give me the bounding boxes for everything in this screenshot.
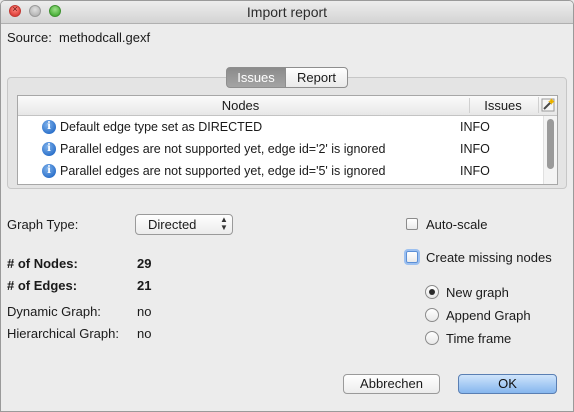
cancel-button[interactable]: Abbrechen (343, 374, 440, 394)
updown-arrows-icon: ▲ ▼ (220, 215, 228, 232)
nodes-count-value: 29 (137, 256, 152, 271)
title-bar: × Import report (1, 1, 573, 24)
hierarchical-graph-value: no (137, 326, 152, 341)
table-header: Nodes Issues (18, 96, 557, 116)
new-graph-label[interactable]: New graph (446, 285, 509, 300)
column-header-issues[interactable]: Issues (469, 98, 536, 113)
create-missing-nodes-label[interactable]: Create missing nodes (426, 250, 552, 265)
graph-type-label: Graph Type: (7, 217, 79, 232)
radio-selected-dot (429, 289, 435, 295)
auto-scale-checkbox[interactable] (406, 218, 418, 230)
table-row[interactable]: i Parallel edges are not supported yet, … (18, 139, 542, 161)
new-graph-radio[interactable] (425, 285, 439, 299)
append-graph-radio[interactable] (425, 308, 439, 322)
ok-button[interactable]: OK (458, 374, 557, 394)
edges-count-value: 21 (137, 278, 152, 293)
table-row[interactable]: i Default edge type set as DIRECTED INFO (18, 117, 542, 139)
issue-level: INFO (460, 142, 490, 156)
import-report-dialog: × Import report Source: methodcall.gexf … (0, 0, 574, 412)
tab-issues[interactable]: Issues (226, 67, 286, 88)
graph-type-select[interactable]: Directed ▲ ▼ (135, 214, 233, 235)
wand-icon[interactable] (538, 97, 556, 113)
auto-scale-label[interactable]: Auto-scale (426, 217, 487, 232)
dynamic-graph-label: Dynamic Graph: (7, 304, 101, 319)
info-icon: i (42, 142, 56, 156)
source-label: Source: (7, 30, 52, 45)
graph-type-value: Directed (148, 217, 197, 232)
scrollbar-thumb[interactable] (547, 119, 554, 169)
create-missing-nodes-checkbox[interactable] (406, 251, 418, 263)
issue-message: Parallel edges are not supported yet, ed… (60, 164, 386, 178)
dynamic-graph-value: no (137, 304, 152, 319)
hierarchical-graph-label: Hierarchical Graph: (7, 326, 119, 341)
info-icon: i (42, 120, 56, 134)
tab-report[interactable]: Report (285, 67, 348, 88)
issue-message: Default edge type set as DIRECTED (60, 120, 263, 134)
time-frame-label[interactable]: Time frame (446, 331, 511, 346)
issue-level: INFO (460, 164, 490, 178)
source-filename: methodcall.gexf (59, 30, 151, 45)
table-row[interactable]: i Parallel edges are not supported yet, … (18, 161, 542, 183)
issue-message: Parallel edges are not supported yet, ed… (60, 142, 386, 156)
info-icon: i (42, 164, 56, 178)
window-title: Import report (246, 4, 328, 20)
nodes-count-label: # of Nodes: (7, 256, 78, 271)
time-frame-radio[interactable] (425, 331, 439, 345)
table-scrollbar[interactable] (543, 116, 557, 184)
edges-count-label: # of Edges: (7, 278, 78, 293)
append-graph-label[interactable]: Append Graph (446, 308, 531, 323)
issues-table: Nodes Issues i Default edge type set as … (17, 95, 558, 185)
issue-level: INFO (460, 120, 490, 134)
column-header-nodes[interactable]: Nodes (18, 98, 463, 113)
